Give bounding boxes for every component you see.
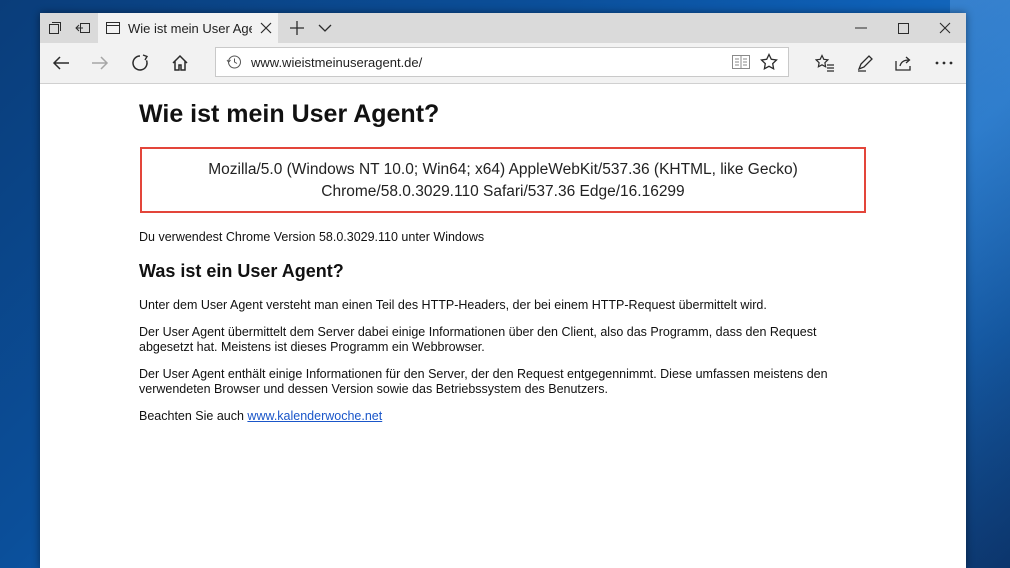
address-text: www.wieistmeinuseragent.de/	[251, 55, 423, 70]
favorite-star-icon[interactable]	[760, 52, 778, 76]
more-menu-icon[interactable]	[926, 47, 962, 79]
close-window-button[interactable]	[924, 13, 966, 43]
browser-toolbar: www.wieistmeinuseragent.de/	[40, 43, 966, 84]
page-content: Wie ist mein User Agent? Mozilla/5.0 (Wi…	[40, 84, 966, 568]
user-agent-line-1: Mozilla/5.0 (Windows NT 10.0; Win64; x64…	[208, 161, 798, 178]
back-button[interactable]	[43, 47, 79, 79]
tab-active[interactable]: Wie ist mein User Agent	[98, 13, 278, 43]
set-aside-tabs-icon[interactable]	[68, 13, 98, 43]
see-also-text: Beachten Sie auch www.kalenderwoche.net	[139, 409, 859, 424]
minimize-button[interactable]	[840, 13, 882, 43]
refresh-button[interactable]	[122, 47, 158, 79]
detected-browser-text: Du verwendest Chrome Version 58.0.3029.1…	[139, 230, 485, 244]
maximize-button[interactable]	[882, 13, 924, 43]
tab-title: Wie ist mein User Agent	[128, 20, 252, 36]
chevron-down-icon[interactable]	[310, 13, 340, 43]
history-icon	[226, 54, 242, 75]
pen-notes-icon[interactable]	[847, 47, 883, 79]
paragraph-3: Der User Agent enthält einige Informatio…	[139, 367, 828, 396]
favorites-hub-icon[interactable]	[807, 47, 843, 79]
kalenderwoche-link[interactable]: www.kalenderwoche.net	[247, 409, 382, 423]
see-also-prefix: Beachten Sie auch	[139, 409, 248, 423]
tab-preview-icon[interactable]	[40, 13, 70, 43]
share-icon[interactable]	[886, 47, 922, 79]
user-agent-box: Mozilla/5.0 (Windows NT 10.0; Win64; x64…	[140, 147, 866, 213]
page-icon	[106, 21, 120, 40]
reading-view-icon[interactable]	[732, 54, 750, 75]
browser-window: Wie ist mein User Agent	[40, 13, 966, 568]
address-bar[interactable]: www.wieistmeinuseragent.de/	[215, 47, 789, 77]
user-agent-line-2: Chrome/58.0.3029.110 Safari/537.36 Edge/…	[321, 183, 685, 200]
close-tab-icon[interactable]	[260, 21, 272, 39]
forward-button[interactable]	[82, 47, 118, 79]
paragraph-2: Der User Agent übermittelt dem Server da…	[139, 325, 817, 354]
new-tab-icon[interactable]	[282, 13, 312, 43]
section-heading: Was ist ein User Agent?	[139, 261, 344, 281]
tab-bar: Wie ist mein User Agent	[40, 13, 966, 43]
paragraph-1: Unter dem User Agent versteht man einen …	[139, 298, 767, 312]
page-title: Wie ist mein User Agent?	[139, 100, 440, 128]
home-button[interactable]	[162, 47, 198, 79]
